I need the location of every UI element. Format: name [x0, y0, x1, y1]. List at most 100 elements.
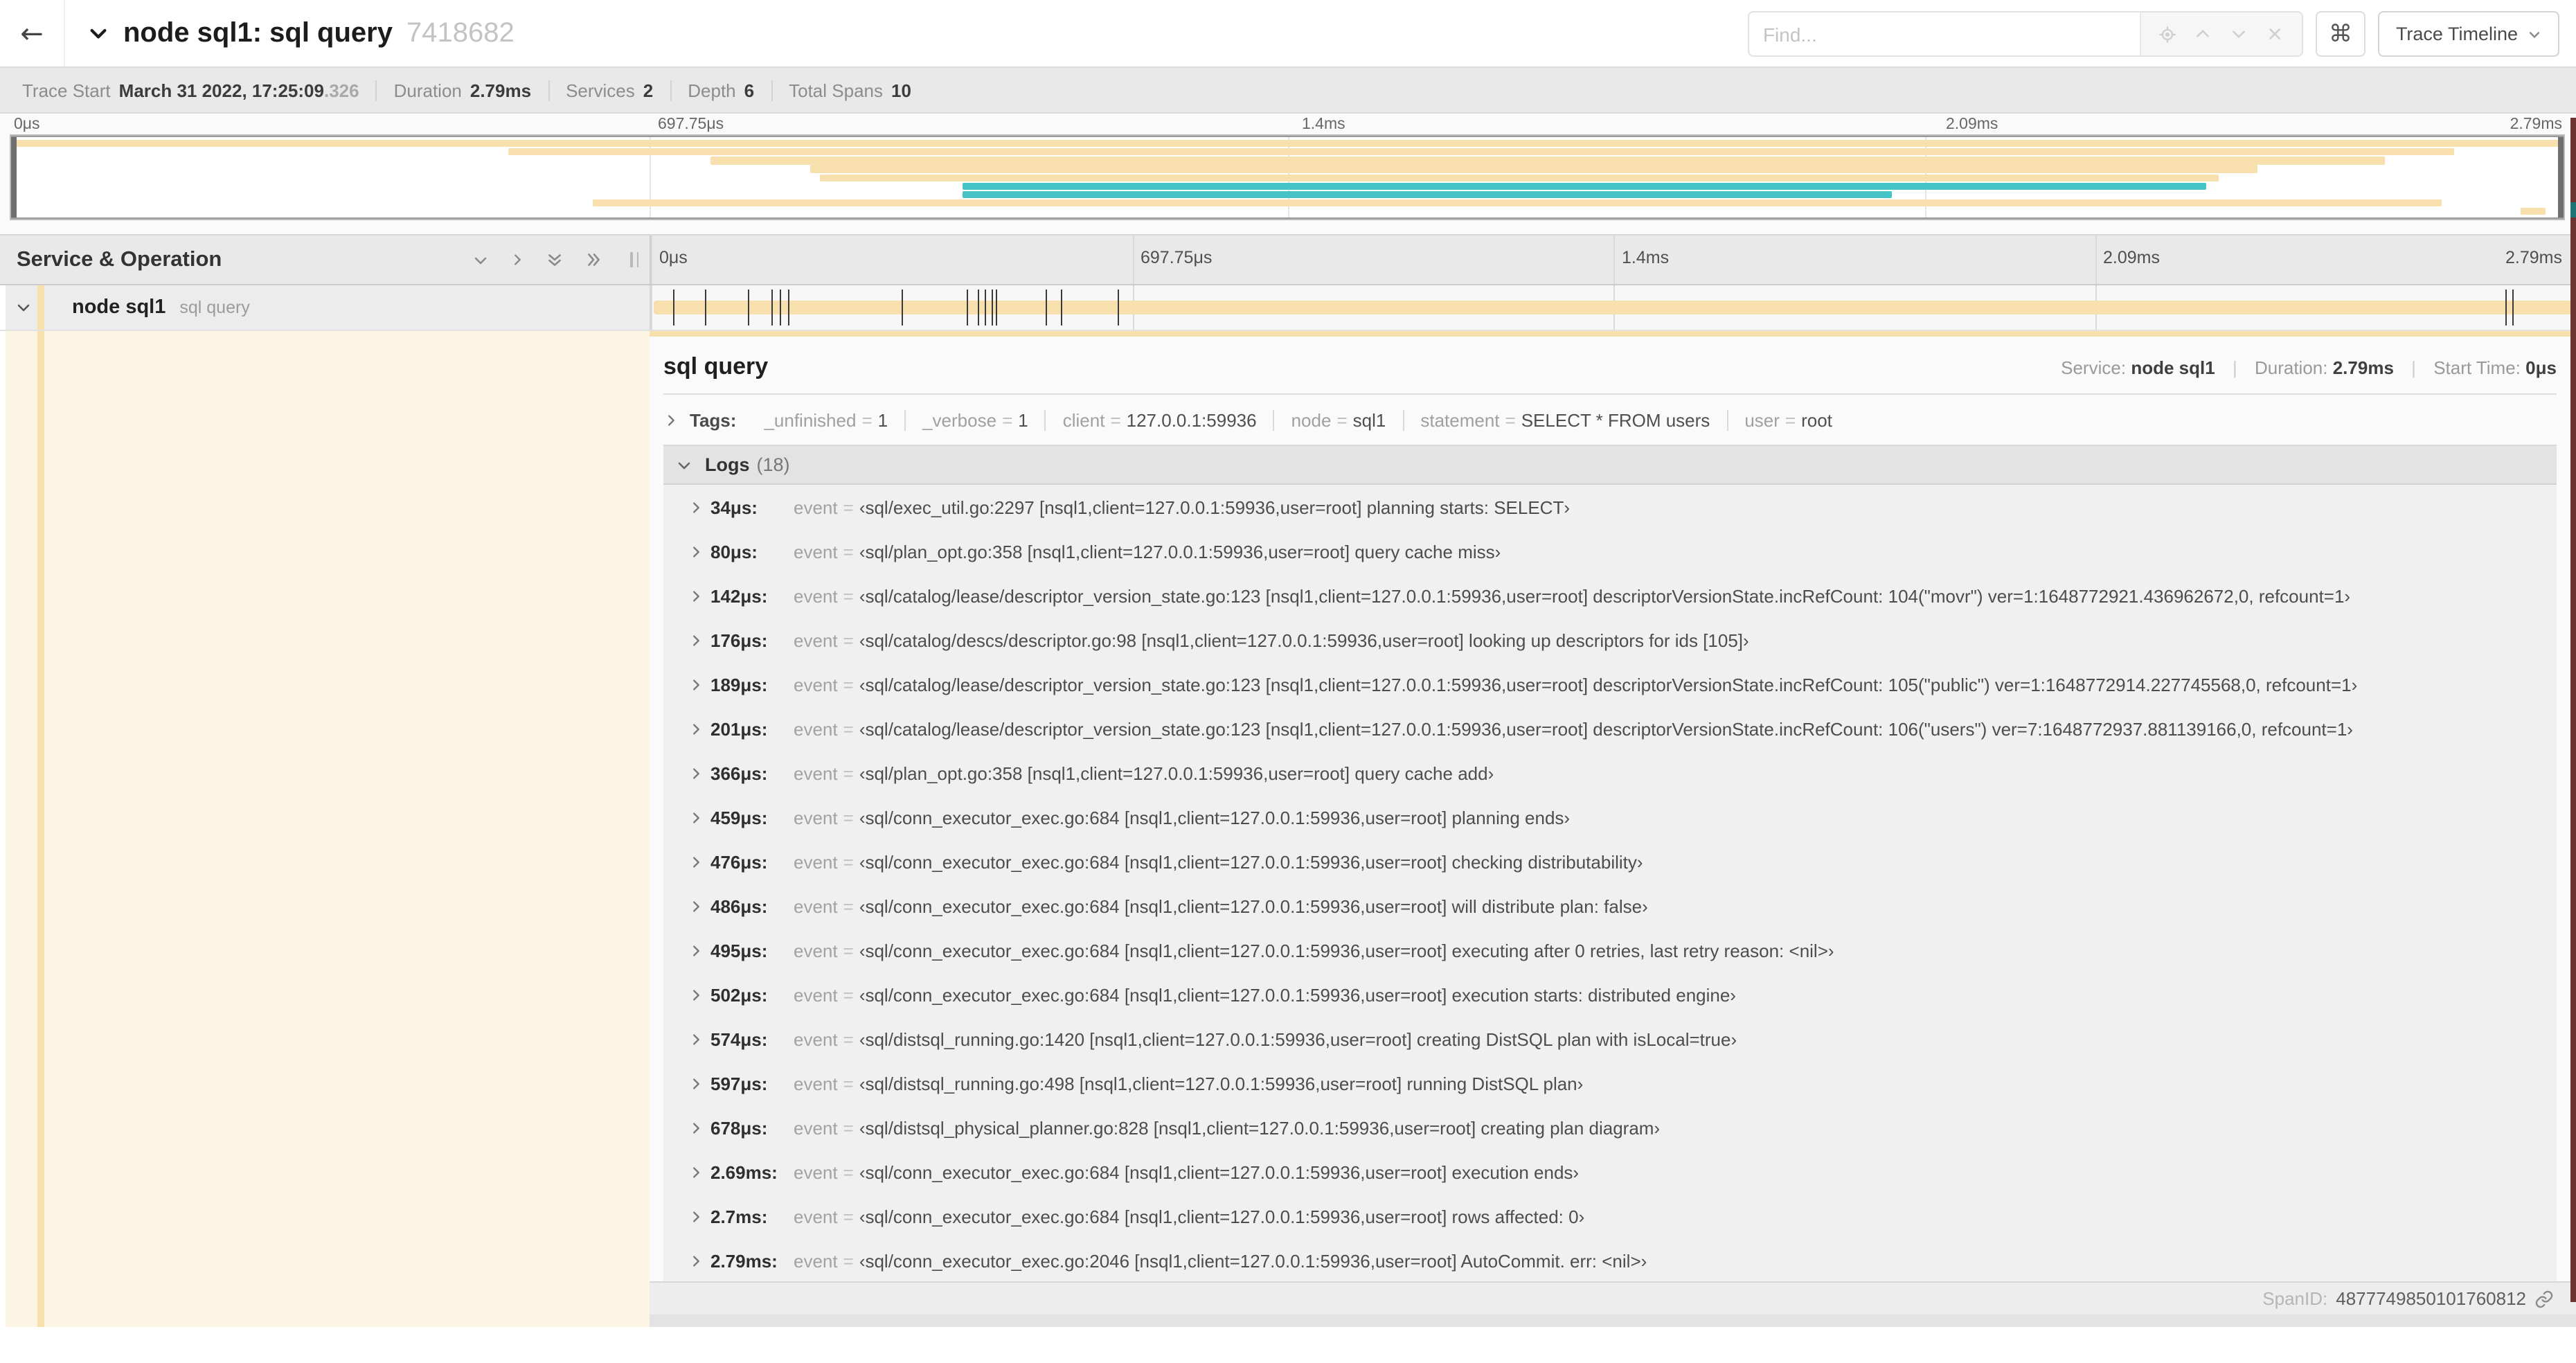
- log-expand-chevron-icon[interactable]: [688, 499, 710, 515]
- log-marker-tick[interactable]: [2505, 289, 2507, 326]
- log-marker-tick[interactable]: [780, 289, 782, 326]
- top-bar: ← node sql1: sql query 7418682 Find... ⌘…: [0, 0, 2576, 66]
- log-row[interactable]: 176μs: event = ‹sql/catalog/descs/descripto…: [663, 618, 2557, 662]
- log-expand-chevron-icon[interactable]: [688, 632, 710, 648]
- expand-one-icon[interactable]: [510, 252, 525, 267]
- log-marker-tick[interactable]: [1061, 289, 1063, 326]
- meta-separator: |: [2232, 357, 2237, 378]
- minimap-span-bar: [593, 199, 2442, 207]
- log-marker-tick[interactable]: [978, 289, 980, 326]
- trace-id: 7418682: [406, 17, 515, 48]
- log-row[interactable]: 476μs: event = ‹sql/conn_executor_exec.go:6…: [663, 839, 2557, 884]
- log-row[interactable]: 486μs: event = ‹sql/conn_executor_exec.go:6…: [663, 884, 2557, 928]
- log-timestamp: 597μs:: [710, 1073, 768, 1094]
- log-marker-tick[interactable]: [788, 289, 790, 326]
- service-value: node sql1: [2131, 357, 2215, 378]
- log-expand-chevron-icon[interactable]: [688, 765, 710, 781]
- span-duration-bar[interactable]: [654, 301, 2572, 314]
- log-marker-tick[interactable]: [704, 289, 706, 326]
- minimap-span-bar: [2520, 208, 2546, 215]
- back-button[interactable]: ←: [0, 0, 65, 66]
- span-name-cell[interactable]: node sql1 sql query: [0, 285, 651, 330]
- log-row[interactable]: 2.69ms: event = ‹sql/conn_executor_exec.go:…: [663, 1150, 2557, 1194]
- log-expand-chevron-icon[interactable]: [688, 544, 710, 559]
- log-marker-tick[interactable]: [985, 289, 987, 326]
- log-marker-tick[interactable]: [2512, 289, 2514, 326]
- log-row[interactable]: 201μs: event = ‹sql/catalog/lease/descripto…: [663, 706, 2557, 751]
- span-bar-cell[interactable]: [651, 285, 2576, 330]
- column-resizer[interactable]: [630, 252, 638, 267]
- log-marker-tick[interactable]: [902, 289, 904, 326]
- minimap-span-bar: [963, 190, 1893, 199]
- log-row[interactable]: 459μs: event = ‹sql/conn_executor_exec.go:6…: [663, 795, 2557, 839]
- log-marker-tick[interactable]: [747, 289, 749, 326]
- span-collapse-chevron-icon[interactable]: [15, 299, 32, 316]
- log-marker-tick[interactable]: [1117, 289, 1119, 326]
- tags-row[interactable]: Tags: _unfinished = 1 _verbose = 1 client = 127.…: [663, 395, 2557, 445]
- log-expand-chevron-icon[interactable]: [688, 677, 710, 692]
- log-row[interactable]: 142μs: event = ‹sql/catalog/lease/descripto…: [663, 573, 2557, 618]
- log-marker-tick[interactable]: [771, 289, 773, 326]
- deep-link-icon[interactable]: [2534, 1289, 2554, 1308]
- service-label: Service:: [2061, 357, 2127, 378]
- minimap-span-bar: [963, 182, 2206, 190]
- logs-header[interactable]: Logs (18): [663, 446, 2557, 485]
- page-scrollbar[interactable]: [2570, 118, 2576, 1302]
- log-expand-chevron-icon[interactable]: [688, 898, 710, 914]
- log-row[interactable]: 678μs: event = ‹sql/distsql_physical_planne…: [663, 1105, 2557, 1150]
- gridline: [1613, 235, 1615, 284]
- log-expand-chevron-icon[interactable]: [688, 1076, 710, 1091]
- log-marker-tick[interactable]: [672, 289, 674, 326]
- log-row[interactable]: 597μs: event = ‹sql/distsql_running.go:498 …: [663, 1061, 2557, 1105]
- trace-view-select[interactable]: Trace Timeline: [2377, 11, 2559, 57]
- log-row[interactable]: 495μs: event = ‹sql/conn_executor_exec.go:6…: [663, 928, 2557, 972]
- log-row[interactable]: 502μs: event = ‹sql/conn_executor_exec.go:6…: [663, 972, 2557, 1017]
- tag-item: statement = SELECT * FROM users: [1404, 409, 1728, 430]
- gridline: [2095, 235, 2096, 284]
- locate-icon[interactable]: [2149, 16, 2185, 52]
- log-row[interactable]: 366μs: event = ‹sql/plan_opt.go:358 [nsql1,…: [663, 751, 2557, 795]
- log-row[interactable]: 34μs: event = ‹sql/exec_util.go:2297 [nsql1…: [663, 485, 2557, 529]
- log-marker-tick[interactable]: [996, 289, 998, 326]
- log-expand-chevron-icon[interactable]: [688, 1031, 710, 1046]
- keyboard-shortcuts-button[interactable]: ⌘: [2315, 11, 2365, 57]
- tick-label: 697.75μs: [658, 116, 724, 133]
- service-operation-title: Service & Operation: [17, 247, 222, 271]
- meta-separator: |: [2411, 357, 2416, 378]
- log-expand-chevron-icon[interactable]: [688, 721, 710, 736]
- log-expand-chevron-icon[interactable]: [688, 1209, 710, 1224]
- minimap-right-handle[interactable]: [2558, 137, 2564, 217]
- log-expand-chevron-icon[interactable]: [688, 1253, 710, 1268]
- collapse-trace-chevron-icon[interactable]: [87, 22, 109, 44]
- logs-collapse-chevron-icon[interactable]: [676, 456, 692, 473]
- find-input[interactable]: [1748, 12, 2140, 55]
- collapse-all-icon[interactable]: [546, 251, 564, 269]
- collapse-one-icon[interactable]: [472, 251, 489, 268]
- find-prev-icon[interactable]: [2185, 16, 2221, 52]
- log-marker-tick[interactable]: [991, 289, 993, 326]
- find-next-icon[interactable]: [2221, 16, 2257, 52]
- log-field-value: ‹sql/conn_executor_exec.go:684 [nsql1,cl…: [859, 807, 1571, 828]
- log-row[interactable]: 574μs: event = ‹sql/distsql_running.go:1420…: [663, 1017, 2557, 1061]
- log-expand-chevron-icon[interactable]: [688, 987, 710, 1002]
- log-expand-chevron-icon[interactable]: [688, 1164, 710, 1179]
- log-expand-chevron-icon[interactable]: [688, 1120, 710, 1135]
- find-clear-icon[interactable]: [2257, 16, 2293, 52]
- minimap-span-bar: [508, 148, 2454, 156]
- log-row[interactable]: 80μs: event = ‹sql/plan_opt.go:358 [nsql1,c…: [663, 529, 2557, 573]
- tags-expand-chevron-icon[interactable]: [663, 412, 679, 427]
- log-row[interactable]: 189μs: event = ‹sql/catalog/lease/descripto…: [663, 662, 2557, 706]
- log-marker-tick[interactable]: [1045, 289, 1047, 326]
- span-id-footer: SpanID: 4877749850101760812: [650, 1281, 2576, 1315]
- log-row[interactable]: 2.79ms: event = ‹sql/conn_executor_exec.go:…: [663, 1238, 2557, 1281]
- log-expand-chevron-icon[interactable]: [688, 943, 710, 958]
- log-row[interactable]: 2.7ms: event = ‹sql/conn_executor_exec.go:6…: [663, 1194, 2557, 1238]
- minimap-canvas[interactable]: [11, 136, 2564, 219]
- log-expand-chevron-icon[interactable]: [688, 810, 710, 825]
- log-field-key: event: [794, 851, 838, 872]
- log-expand-chevron-icon[interactable]: [688, 588, 710, 603]
- log-marker-tick[interactable]: [966, 289, 968, 326]
- expand-all-icon[interactable]: [584, 251, 602, 269]
- minimap-left-handle[interactable]: [11, 137, 17, 217]
- log-expand-chevron-icon[interactable]: [688, 854, 710, 869]
